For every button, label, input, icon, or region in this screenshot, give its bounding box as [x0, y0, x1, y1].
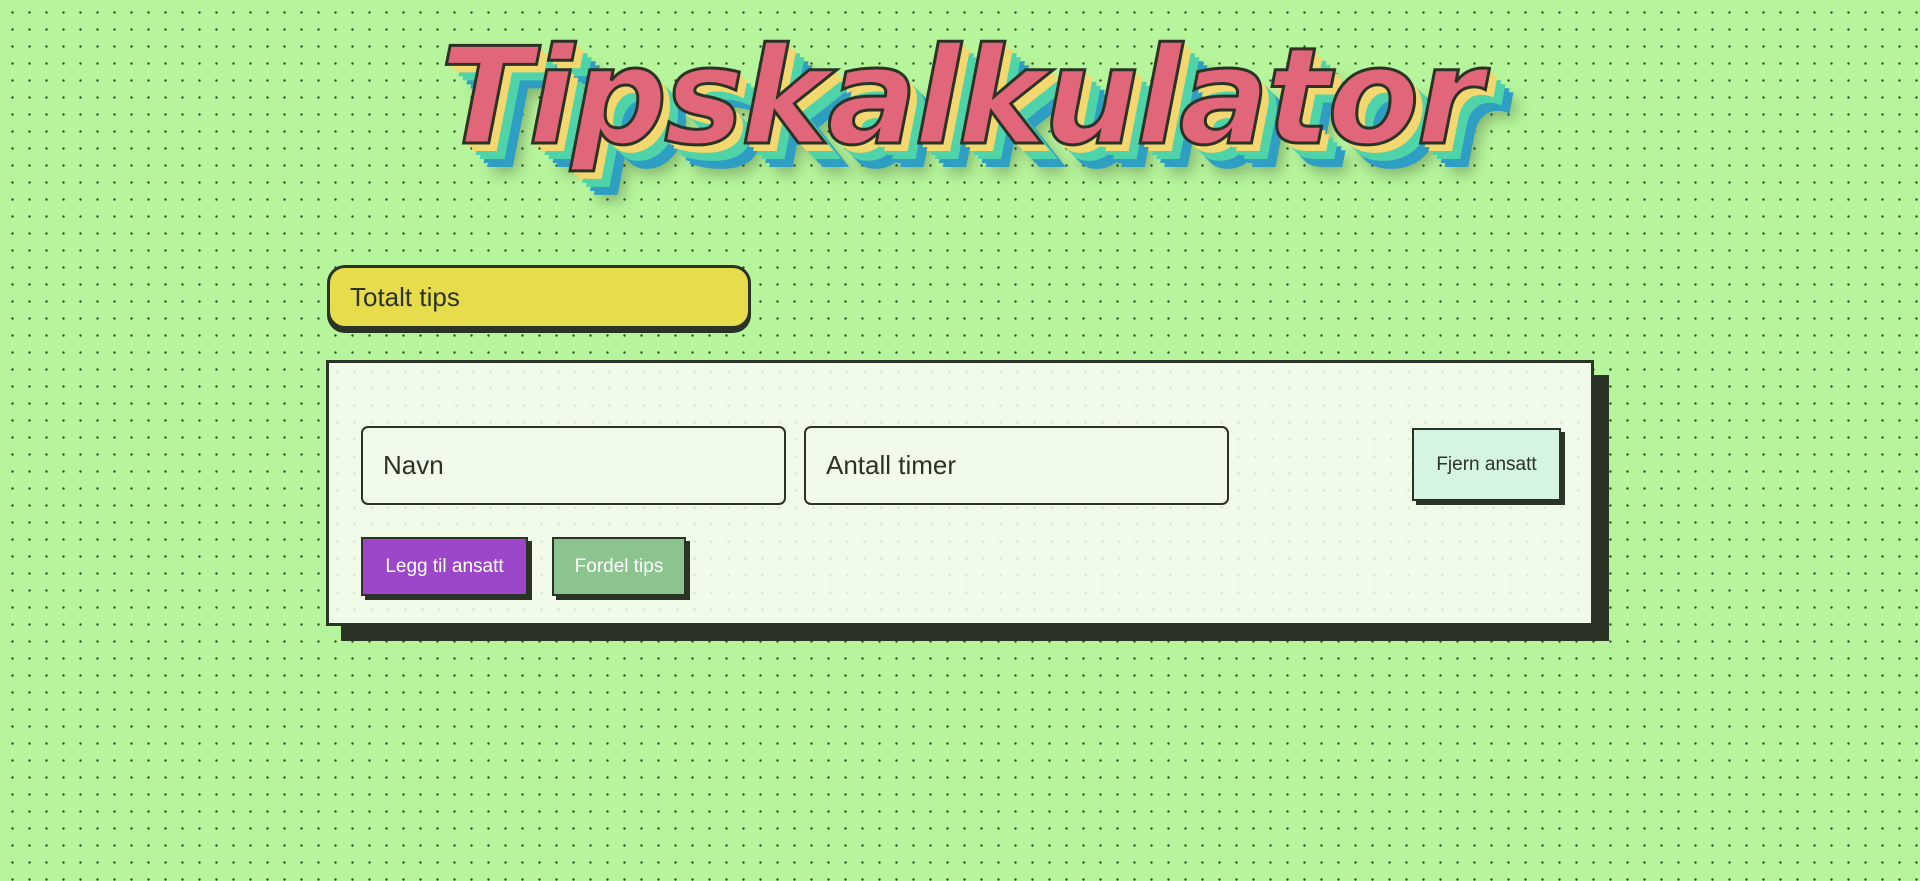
- page-title: Tipskalkulator: [439, 19, 1485, 175]
- remove-employee-button[interactable]: Fjern ansatt: [1412, 428, 1561, 501]
- total-tips-input[interactable]: [327, 265, 751, 329]
- distribute-tips-button[interactable]: Fordel tips: [552, 537, 686, 596]
- employees-card: Fjern ansatt Legg til ansatt Fordel tips: [326, 360, 1594, 626]
- employee-name-input[interactable]: [361, 426, 786, 505]
- add-employee-button[interactable]: Legg til ansatt: [361, 537, 528, 596]
- employee-hours-input[interactable]: [804, 426, 1229, 505]
